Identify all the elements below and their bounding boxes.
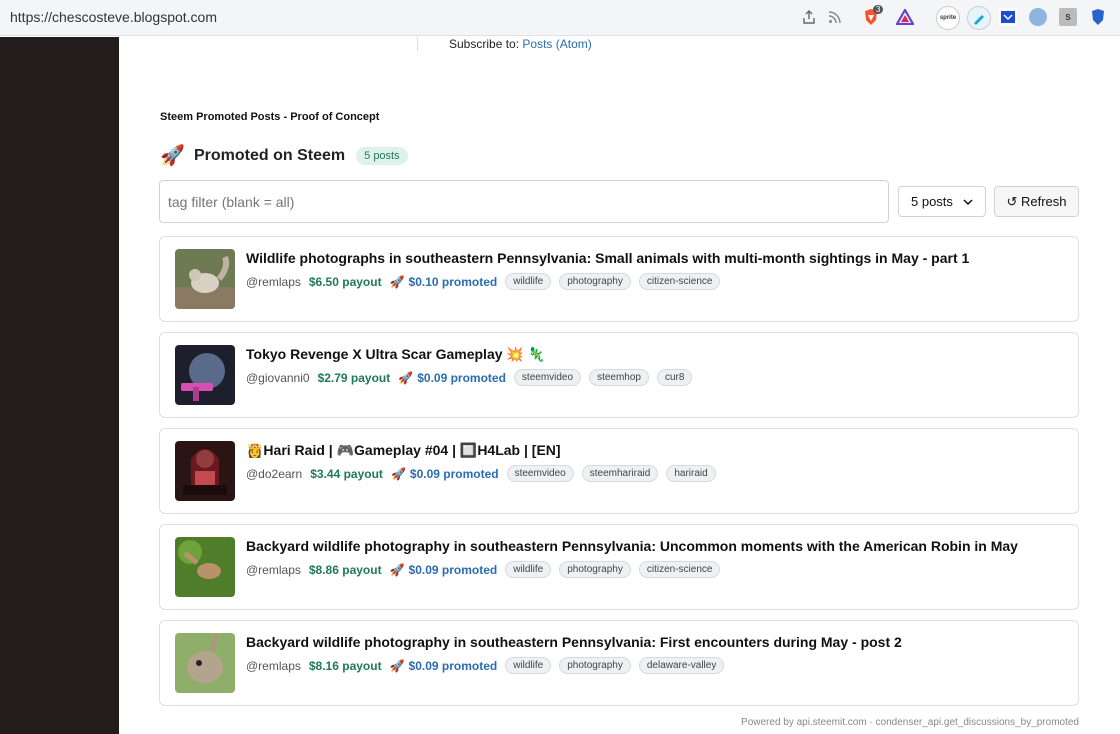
gadget-title: Steem Promoted Posts - Proof of Concept bbox=[160, 111, 380, 123]
post-payout: $8.16 payout bbox=[308, 658, 382, 673]
post-meta: @remlaps $6.50 payout 🚀 $0.10 promoted wi… bbox=[246, 273, 721, 290]
post-tag[interactable]: wildlife bbox=[505, 657, 552, 674]
post-count-select-value: 5 posts bbox=[911, 194, 953, 209]
tag-filter-input[interactable] bbox=[159, 180, 889, 223]
post-tag[interactable]: photography bbox=[559, 273, 631, 290]
page-sidebar bbox=[0, 37, 119, 734]
post-author[interactable]: @giovanni0 bbox=[246, 371, 310, 385]
post-tag[interactable]: citizen-science bbox=[638, 273, 721, 290]
post-tag[interactable]: steemhariraid bbox=[581, 465, 659, 482]
post-card[interactable]: Backyard wildlife photography in southea… bbox=[159, 620, 1079, 706]
post-count-select[interactable]: 5 posts bbox=[898, 186, 986, 217]
post-title[interactable]: Wildlife photographs in southeastern Pen… bbox=[246, 250, 969, 266]
post-title[interactable]: 👸Hari Raid | 🎮Gameplay #04 | 🔲H4Lab | [E… bbox=[246, 442, 561, 459]
globe-extension-icon[interactable] bbox=[1029, 8, 1047, 26]
address-bar[interactable]: https://chescosteve.blogspot.com bbox=[10, 9, 217, 25]
shield-extension-icon[interactable] bbox=[1089, 8, 1107, 26]
brave-badge: 3 bbox=[873, 5, 884, 14]
blog-content: Subscribe to: Posts (Atom) Steem Promote… bbox=[119, 37, 1120, 734]
post-meta: @giovanni0 $2.79 payout 🚀 $0.09 promoted … bbox=[246, 369, 693, 386]
post-card[interactable]: Wildlife photographs in southeastern Pen… bbox=[159, 236, 1079, 322]
brave-rewards-icon[interactable] bbox=[896, 8, 914, 26]
post-promoted: 🚀 $0.09 promoted bbox=[398, 371, 506, 385]
post-author[interactable]: @remlaps bbox=[246, 659, 301, 673]
post-payout: $2.79 payout bbox=[317, 370, 391, 385]
post-thumbnail[interactable] bbox=[175, 345, 235, 405]
post-promoted-amount: $0.09 promoted bbox=[408, 658, 498, 673]
refresh-button[interactable]: ↺ Refresh bbox=[994, 186, 1079, 217]
window-extension-icon[interactable] bbox=[999, 8, 1017, 26]
posts-atom-link[interactable]: Posts (Atom) bbox=[522, 37, 591, 51]
post-author[interactable]: @do2earn bbox=[246, 467, 302, 481]
post-promoted: 🚀 $0.10 promoted bbox=[390, 275, 498, 289]
s-extension-icon[interactable]: S bbox=[1059, 8, 1077, 26]
post-meta: @remlaps $8.16 payout 🚀 $0.09 promoted wi… bbox=[246, 657, 725, 674]
post-promoted-amount: $0.10 promoted bbox=[408, 274, 498, 289]
subscribe-label: Subscribe to: bbox=[449, 37, 520, 51]
post-promoted-amount: $0.09 promoted bbox=[408, 562, 498, 577]
post-count-badge: 5 posts bbox=[356, 146, 408, 165]
post-promoted-amount: $0.09 promoted bbox=[417, 370, 506, 385]
post-tag[interactable]: steemvideo bbox=[506, 465, 574, 482]
post-thumbnail[interactable] bbox=[175, 633, 235, 693]
post-tag[interactable]: photography bbox=[559, 561, 631, 578]
post-author[interactable]: @remlaps bbox=[246, 275, 301, 289]
rocket-icon: 🚀 bbox=[390, 466, 406, 481]
post-thumbnail[interactable] bbox=[175, 537, 235, 597]
post-tag[interactable]: steemvideo bbox=[513, 369, 582, 386]
post-tag[interactable]: wildlife bbox=[505, 273, 552, 290]
api-credit: Powered by api.steemit.com · condenser_a… bbox=[741, 717, 1079, 728]
post-thumbnail[interactable] bbox=[175, 249, 235, 309]
post-title[interactable]: Tokyo Revenge X Ultra Scar Gameplay 💥 🦎 bbox=[246, 346, 545, 363]
post-promoted: 🚀 $0.09 promoted bbox=[390, 563, 498, 577]
post-card[interactable]: 👸Hari Raid | 🎮Gameplay #04 | 🔲H4Lab | [E… bbox=[159, 428, 1079, 514]
post-title[interactable]: Backyard wildlife photography in southea… bbox=[246, 634, 902, 650]
browser-toolbar: https://chescosteve.blogspot.com 3 sprit… bbox=[0, 0, 1120, 36]
post-thumbnail[interactable] bbox=[175, 441, 235, 501]
rocket-icon: 🚀 bbox=[398, 370, 414, 385]
post-title[interactable]: Backyard wildlife photography in southea… bbox=[246, 538, 1018, 554]
post-payout: $3.44 payout bbox=[310, 466, 383, 481]
post-payout: $8.86 payout bbox=[308, 562, 382, 577]
rss-icon[interactable] bbox=[826, 8, 844, 26]
rocket-icon: 🚀 bbox=[160, 145, 185, 167]
post-tag[interactable]: photography bbox=[559, 657, 631, 674]
widget-title: Promoted on Steem bbox=[194, 146, 346, 164]
post-meta: @remlaps $8.86 payout 🚀 $0.09 promoted wi… bbox=[246, 561, 721, 578]
widget-heading: 🚀 Promoted on Steem 5 posts bbox=[160, 143, 408, 168]
divider bbox=[417, 37, 418, 51]
post-tag[interactable]: hariraid bbox=[666, 465, 716, 482]
rocket-icon: 🚀 bbox=[389, 274, 405, 289]
post-tag[interactable]: wildlife bbox=[505, 561, 552, 578]
sprite-extension-icon[interactable]: sprite bbox=[936, 6, 960, 30]
post-promoted: 🚀 $0.09 promoted bbox=[390, 659, 498, 673]
post-card[interactable]: Tokyo Revenge X Ultra Scar Gameplay 💥 🦎 … bbox=[159, 332, 1079, 418]
post-meta: @do2earn $3.44 payout 🚀 $0.09 promoted st… bbox=[246, 465, 716, 482]
subscribe-line: Subscribe to: Posts (Atom) bbox=[449, 37, 592, 51]
post-tag[interactable]: cur8 bbox=[656, 369, 693, 386]
post-promoted: 🚀 $0.09 promoted bbox=[391, 467, 499, 481]
rocket-icon: 🚀 bbox=[389, 658, 405, 673]
post-card[interactable]: Backyard wildlife photography in southea… bbox=[159, 524, 1079, 610]
pen-extension-icon[interactable] bbox=[967, 6, 991, 30]
chevron-down-icon bbox=[963, 198, 973, 205]
post-promoted-amount: $0.09 promoted bbox=[409, 466, 499, 481]
post-payout: $6.50 payout bbox=[308, 274, 382, 289]
rocket-icon: 🚀 bbox=[389, 562, 405, 577]
post-tag[interactable]: citizen-science bbox=[638, 561, 721, 578]
post-tag[interactable]: delaware-valley bbox=[638, 657, 725, 674]
share-icon[interactable] bbox=[800, 8, 818, 26]
post-tag[interactable]: steemhop bbox=[589, 369, 649, 386]
post-author[interactable]: @remlaps bbox=[246, 563, 301, 577]
